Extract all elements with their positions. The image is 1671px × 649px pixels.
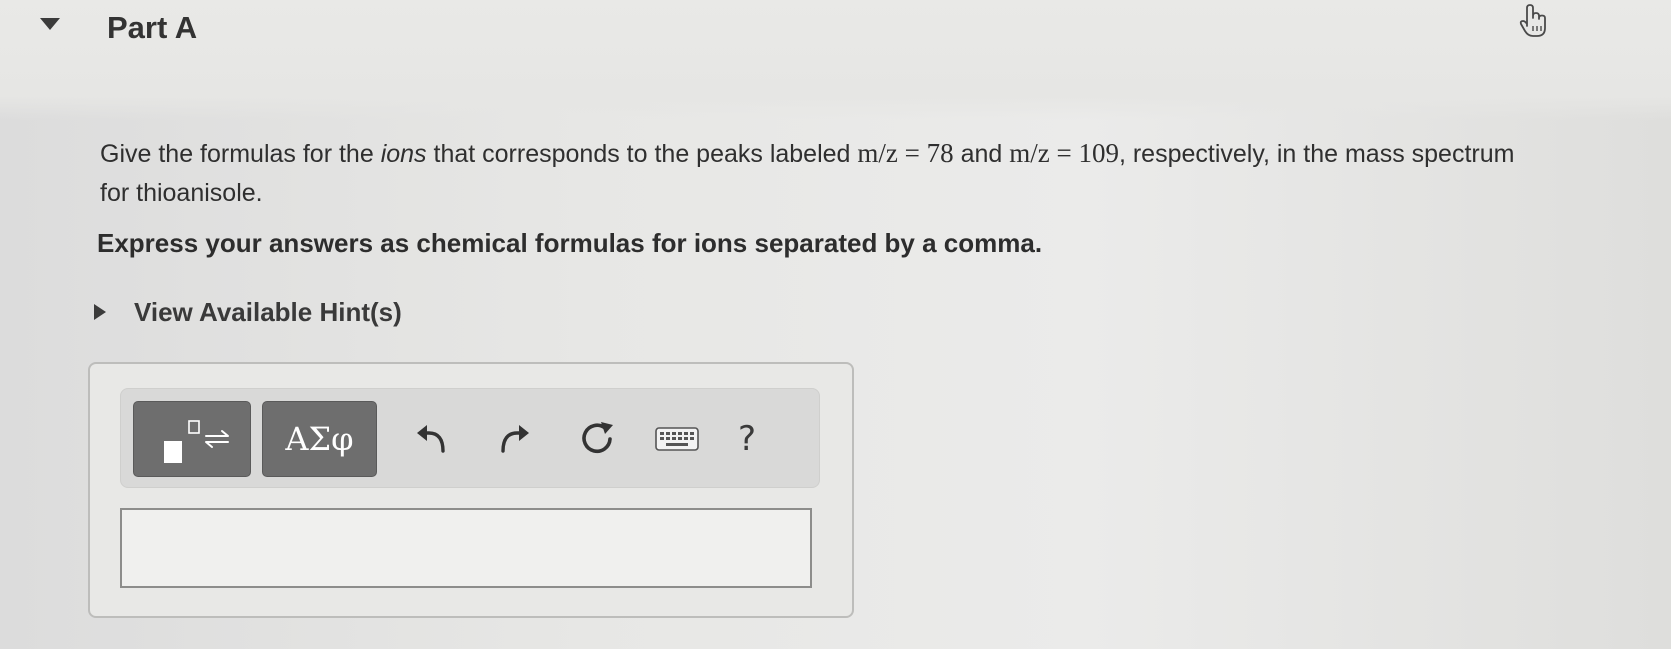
templates-button[interactable] [133, 401, 251, 477]
part-header [0, 0, 1671, 120]
view-hints-label: View Available Hint(s) [134, 296, 402, 327]
undo-arrow-icon [417, 425, 445, 453]
keyboard-icon [655, 427, 699, 451]
greek-symbols-button[interactable]: ΑΣφ [262, 401, 377, 477]
question-text: Give the formulas for the ions that corr… [100, 134, 1550, 213]
answer-input[interactable] [120, 508, 812, 588]
redo-arrow-icon [501, 425, 529, 453]
keyboard-button[interactable] [651, 413, 703, 465]
undo-button[interactable] [407, 413, 459, 465]
mz-109-math: m/z = 109 [1009, 138, 1119, 168]
view-hints-toggle[interactable]: View Available Hint(s) [92, 290, 402, 334]
triangle-right-icon [94, 304, 106, 320]
reset-button[interactable] [571, 413, 623, 465]
help-button[interactable]: ? [721, 413, 773, 465]
mz-78-math: m/z = 78 [857, 138, 954, 168]
math-toolbar: ΑΣφ ? [120, 388, 820, 488]
hand-pointer-icon [1519, 4, 1546, 37]
template-arrows-icon [164, 420, 229, 463]
ions-emphasis: ions [380, 140, 427, 168]
question-text-part-2: that corresponds to the peaks labeled [426, 140, 858, 168]
question-text-part-1: Give the formulas for the [100, 140, 381, 168]
triangle-down-icon[interactable] [38, 14, 62, 34]
redo-button[interactable] [487, 413, 539, 465]
part-title: Part A [107, 10, 198, 45]
question-text-part-3: and [953, 140, 1010, 168]
answer-instruction: Express your answers as chemical formula… [97, 228, 1043, 258]
answer-panel: ΑΣφ ? [88, 362, 854, 618]
refresh-icon [582, 422, 613, 454]
